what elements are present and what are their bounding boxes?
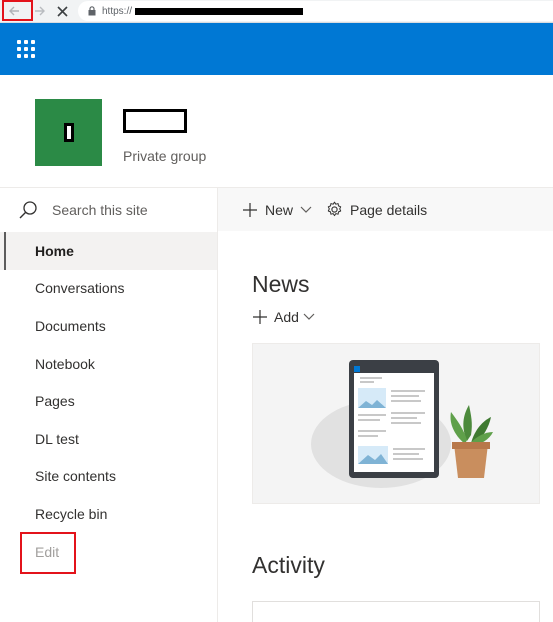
new-button[interactable]: New [242, 202, 312, 218]
activity-card [252, 601, 540, 622]
forward-button[interactable] [30, 2, 50, 20]
add-label: Add [274, 309, 299, 325]
new-label: New [265, 201, 294, 218]
plus-icon [253, 310, 267, 324]
site-logo[interactable] [35, 99, 102, 166]
nav-item-dl-test[interactable]: DL test [0, 420, 217, 458]
close-icon [56, 5, 68, 17]
nav-item-notebook[interactable]: Notebook [0, 345, 217, 383]
logo-redaction [63, 123, 74, 142]
nav-item-site-contents[interactable]: Site contents [0, 458, 217, 496]
site-header: Private group [0, 75, 553, 187]
suite-bar [0, 23, 553, 75]
nav-item-home[interactable]: Home [0, 232, 217, 270]
url-text: https:// [102, 5, 133, 17]
gear-icon [327, 201, 342, 217]
chevron-down-icon [303, 313, 315, 320]
main-content: News Add Activity [218, 231, 553, 622]
page-details-button[interactable]: Page details [326, 201, 427, 218]
address-bar[interactable]: https:// [78, 1, 553, 21]
browser-toolbar: https:// [0, 0, 553, 23]
search-icon [19, 201, 37, 219]
stop-loading-button[interactable] [52, 2, 72, 20]
tablet-plant-illustration [311, 360, 493, 488]
search-placeholder: Search this site [52, 202, 148, 218]
site-title-redaction [123, 109, 187, 133]
nav-item-conversations[interactable]: Conversations [0, 270, 217, 308]
nav-item-recycle-bin[interactable]: Recycle bin [0, 495, 217, 533]
nav-item-documents[interactable]: Documents [0, 307, 217, 345]
arrow-right-icon [35, 6, 45, 16]
lock-icon [88, 6, 96, 16]
nav-item-pages[interactable]: Pages [0, 382, 217, 420]
page-details-label: Page details [350, 201, 428, 218]
chevron-down-icon [300, 206, 312, 213]
command-bar: New Page details [218, 187, 553, 231]
waffle-icon[interactable] [17, 40, 35, 58]
nav-list: Home Conversations Documents Notebook Pa… [0, 232, 217, 570]
activity-heading: Activity [252, 552, 325, 578]
edit-link-highlight [20, 532, 76, 574]
news-placeholder-card [252, 343, 540, 504]
add-news-button[interactable]: Add [252, 309, 315, 325]
url-redaction [135, 7, 304, 15]
privacy-label: Private group [123, 148, 207, 164]
plus-icon [243, 202, 257, 217]
back-button-highlight [2, 0, 33, 21]
search-box[interactable]: Search this site [0, 188, 217, 232]
news-heading: News [252, 271, 310, 297]
